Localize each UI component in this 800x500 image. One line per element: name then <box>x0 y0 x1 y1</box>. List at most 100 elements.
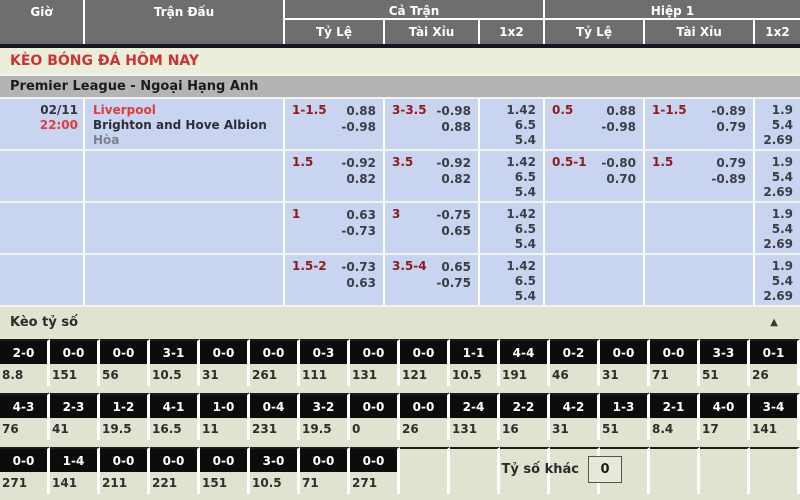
score-row: 0-02711-41410-02110-02210-01513-010.50-0… <box>0 447 800 494</box>
ft-1x2-odds-cell[interactable]: 1.426.55.4 <box>480 151 545 201</box>
ft-overunder-odds-cell[interactable]: 3-0.750.65 <box>385 203 480 253</box>
ft-handicap-odds-cell[interactable]: 1.5-0.920.82 <box>285 151 385 201</box>
score-bet-cell[interactable]: 0-0151 <box>50 339 100 386</box>
score-odds-value: 19.5 <box>100 418 147 440</box>
collapse-arrow-icon[interactable]: ▲ <box>770 318 778 328</box>
match-date: 02/11 <box>5 103 78 118</box>
odds-value: -0.75 <box>392 275 471 291</box>
score-odds-value: 31 <box>200 364 247 386</box>
page-title: KÈO BÓNG ĐÁ HÔM NAY <box>0 48 800 74</box>
score-bet-cell[interactable]: 0-4231 <box>250 393 300 440</box>
score-bet-cell[interactable]: 2-341 <box>50 393 100 440</box>
score-odds-value: 16.5 <box>150 418 197 440</box>
score-bet-cell[interactable]: 0-0221 <box>150 447 200 494</box>
h1-overunder-odds-cell[interactable]: 1.50.79-0.89 <box>645 151 755 201</box>
score-bet-cell[interactable]: 2-4131 <box>450 393 500 440</box>
score-odds-value: 191 <box>500 364 547 386</box>
score-bet-cell[interactable]: 1-351 <box>600 393 650 440</box>
score-bet-cell[interactable]: 3-4141 <box>750 393 800 440</box>
score-odds-value: 141 <box>50 472 97 494</box>
score-bet-cell[interactable]: 0-071 <box>650 339 700 386</box>
header-ft-overunder: Tài Xỉu <box>385 20 480 44</box>
ft-handicap-odds-cell[interactable]: 1.5-2-0.730.63 <box>285 255 385 305</box>
score-label: 0-0 <box>400 341 447 364</box>
odds-value: 6.5 <box>487 274 536 289</box>
score-bet-cell[interactable]: 0-0271 <box>350 447 400 494</box>
score-bet-cell[interactable]: 0-0271 <box>0 447 50 494</box>
score-bet-cell[interactable]: 0-0261 <box>250 339 300 386</box>
score-bet-cell[interactable]: 1-110.5 <box>450 339 500 386</box>
score-label: 2-3 <box>50 395 97 418</box>
score-label: 0-0 <box>400 395 447 418</box>
handicap-value: 3.5-4 <box>392 259 427 273</box>
score-bet-cell[interactable]: 0-031 <box>200 339 250 386</box>
h1-1x2-odds-cell[interactable]: 1.95.42.69 <box>755 151 800 201</box>
score-bet-cell[interactable]: 2-216 <box>500 393 550 440</box>
score-bet-cell[interactable]: 0-0131 <box>350 339 400 386</box>
score-bet-cell[interactable]: 4-116.5 <box>150 393 200 440</box>
score-label: 3-0 <box>250 449 297 472</box>
ft-handicap-odds-cell[interactable]: 10.63-0.73 <box>285 203 385 253</box>
score-bet-cell[interactable]: 0-246 <box>550 339 600 386</box>
score-bet-cell[interactable]: 0-3111 <box>300 339 350 386</box>
odds-row: 1.5-2-0.730.633.5-40.65-0.751.426.55.4 1.… <box>0 255 800 305</box>
score-odds-value: 46 <box>550 364 597 386</box>
ft-handicap-odds-cell[interactable]: 1-1.50.88-0.98 <box>285 99 385 149</box>
score-bet-cell[interactable]: 3-351 <box>700 339 750 386</box>
h1-handicap-odds-cell[interactable]: 0.50.88-0.98 <box>545 99 645 149</box>
score-bet-cell[interactable]: 0-0151 <box>200 447 250 494</box>
score-bet-cell[interactable]: 4-376 <box>0 393 50 440</box>
score-bet-cell[interactable]: 3-010.5 <box>250 447 300 494</box>
h1-1x2-odds-cell[interactable]: 1.95.42.69 <box>755 255 800 305</box>
odds-value: 2.69 <box>762 237 793 252</box>
score-bet-cell[interactable]: 3-219.5 <box>300 393 350 440</box>
score-bet-cell[interactable]: 2-08.8 <box>0 339 50 386</box>
score-bet-cell[interactable]: 1-011 <box>200 393 250 440</box>
other-score-box[interactable]: 0 <box>588 456 622 483</box>
score-odds-value: 8.4 <box>650 418 697 440</box>
score-bet-cell[interactable]: 0-056 <box>100 339 150 386</box>
header-half1-group: Hiệp 1 Tỷ Lệ Tài Xỉu 1x2 <box>545 0 800 44</box>
ft-overunder-odds-cell[interactable]: 3.5-40.65-0.75 <box>385 255 480 305</box>
ft-1x2-odds-cell[interactable]: 1.426.55.4 <box>480 255 545 305</box>
odds-value: 5.4 <box>762 118 793 133</box>
score-label: 0-0 <box>350 449 397 472</box>
score-bet-cell[interactable]: 0-0121 <box>400 339 450 386</box>
score-empty-cell <box>700 447 750 494</box>
header-h1-1x2: 1x2 <box>755 20 800 44</box>
odds-value: 5.4 <box>487 237 536 252</box>
odds-value: 1.42 <box>487 207 536 222</box>
h1-1x2-odds-cell[interactable]: 1.95.42.69 <box>755 99 800 149</box>
score-bet-cell[interactable]: 0-031 <box>600 339 650 386</box>
score-bet-cell[interactable]: 2-18.4 <box>650 393 700 440</box>
score-bet-cell[interactable]: 4-4191 <box>500 339 550 386</box>
score-label: 0-0 <box>50 341 97 364</box>
score-bet-cell[interactable]: 0-126 <box>750 339 800 386</box>
score-bet-cell[interactable]: 0-00 <box>350 393 400 440</box>
score-bet-cell[interactable]: 0-0211 <box>100 447 150 494</box>
odds-value: 0.82 <box>392 171 471 187</box>
score-bet-cell[interactable]: 1-4141 <box>50 447 100 494</box>
score-odds-value: 71 <box>300 472 347 494</box>
score-bet-cell[interactable]: 3-110.5 <box>150 339 200 386</box>
ft-overunder-odds-cell[interactable]: 3-3.5-0.980.88 <box>385 99 480 149</box>
score-bet-cell[interactable]: 1-219.5 <box>100 393 150 440</box>
h1-overunder-odds-cell <box>645 203 755 253</box>
score-odds-value: 10.5 <box>450 364 497 386</box>
home-team-link[interactable]: Liverpool <box>93 103 275 118</box>
score-bet-cell[interactable]: 0-026 <box>400 393 450 440</box>
h1-handicap-odds-cell[interactable]: 0.5-1-0.800.70 <box>545 151 645 201</box>
ft-overunder-odds-cell[interactable]: 3.5-0.920.82 <box>385 151 480 201</box>
away-team-link[interactable]: Brighton and Hove Albion <box>93 118 275 133</box>
h1-1x2-odds-cell[interactable]: 1.95.42.69 <box>755 203 800 253</box>
ft-1x2-odds-cell[interactable]: 1.426.55.4 <box>480 99 545 149</box>
score-odds-value: 111 <box>300 364 347 386</box>
score-bet-cell[interactable]: 0-071 <box>300 447 350 494</box>
odds-value: 1.9 <box>762 259 793 274</box>
score-bet-cell[interactable]: 4-231 <box>550 393 600 440</box>
score-label: 0-0 <box>200 341 247 364</box>
h1-overunder-odds-cell[interactable]: 1-1.5-0.890.79 <box>645 99 755 149</box>
score-label: 1-4 <box>50 449 97 472</box>
ft-1x2-odds-cell[interactable]: 1.426.55.4 <box>480 203 545 253</box>
score-bet-cell[interactable]: 4-017 <box>700 393 750 440</box>
